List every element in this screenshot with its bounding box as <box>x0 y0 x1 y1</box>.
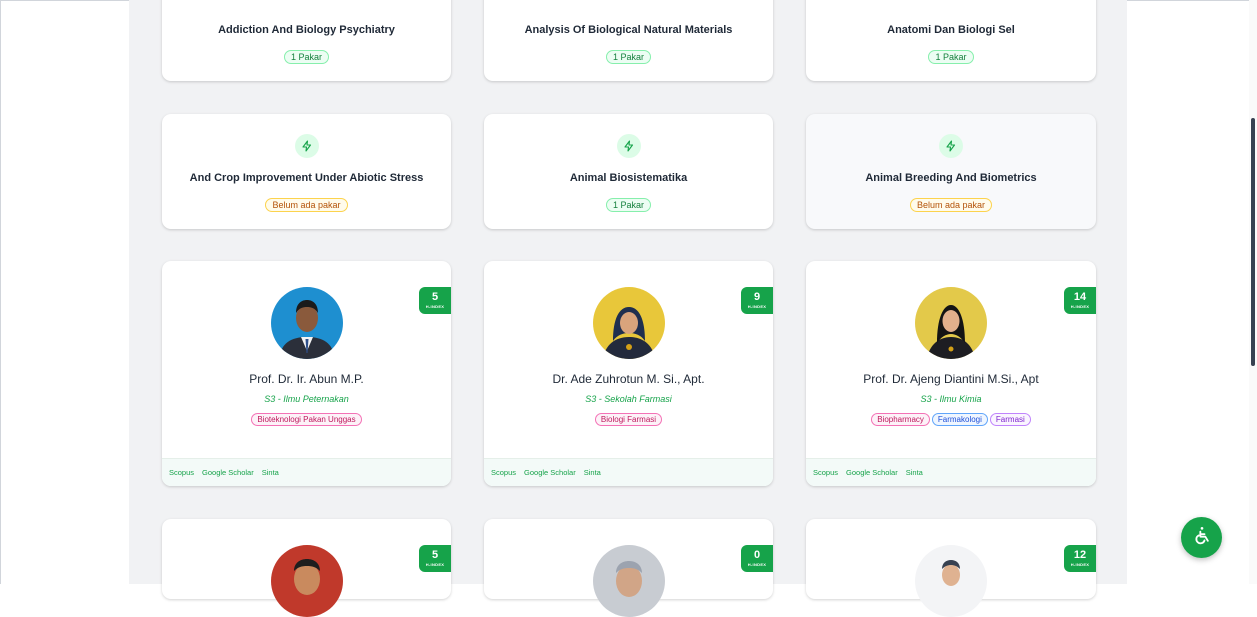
field-card[interactable]: Anatomi Dan Biologi Sel 1 Pakar <box>806 0 1096 81</box>
avatar <box>592 545 665 617</box>
h-index-label: H-INDEX <box>1070 304 1090 309</box>
h-index-label: H-INDEX <box>1070 562 1090 567</box>
expert-name[interactable]: Dr. Ade Zuhrotun M. Si., Apt. <box>484 372 773 386</box>
bolt-icon <box>939 134 963 158</box>
expert-count-badge: 1 Pakar <box>605 198 652 212</box>
h-index-value: 14 <box>1073 291 1087 303</box>
expert-name[interactable]: Prof. Dr. Ajeng Diantini M.Si., Apt <box>806 372 1096 386</box>
sinta-link[interactable]: Sinta <box>906 468 923 477</box>
expert-card[interactable]: 12 H-INDEX <box>806 519 1096 617</box>
avatar <box>915 287 987 359</box>
avatar <box>270 545 343 617</box>
expert-department: S3 - Sekolah Farmasi <box>585 394 672 404</box>
expert-name[interactable]: Prof. Dr. Ir. Abun M.P. <box>162 372 451 386</box>
h-index-value: 5 <box>431 549 439 561</box>
google-scholar-link[interactable]: Google Scholar <box>524 468 576 477</box>
field-card[interactable]: Addiction And Biology Psychiatry 1 Pakar <box>162 0 451 81</box>
h-index-label: H-INDEX <box>747 304 767 309</box>
scopus-link[interactable]: Scopus <box>491 468 516 477</box>
expert-card[interactable]: 5 H-INDEX Prof. Dr. Ir. Abun M.P. S3 - I… <box>162 261 451 486</box>
expertise-tag[interactable]: Bioteknologi Pakan Unggas <box>251 413 362 426</box>
expert-department: S3 - Ilmu Kimia <box>920 394 982 404</box>
h-index-badge: 9 H-INDEX <box>741 287 773 314</box>
expert-count-badge: 1 Pakar <box>605 50 652 64</box>
expertise-tag[interactable]: Biopharmacy <box>871 413 930 426</box>
field-title: And Crop Improvement Under Abiotic Stres… <box>189 172 424 184</box>
expert-count-badge: 1 Pakar <box>283 50 330 64</box>
h-index-badge: 5 H-INDEX <box>419 545 451 572</box>
sinta-link[interactable]: Sinta <box>584 468 601 477</box>
h-index-value: 12 <box>1073 549 1087 561</box>
h-index-badge: 12 H-INDEX <box>1064 545 1096 572</box>
accessibility-icon <box>1192 525 1212 550</box>
h-index-badge: 5 H-INDEX <box>419 287 451 314</box>
avatar <box>592 287 665 359</box>
sinta-link[interactable]: Sinta <box>262 468 279 477</box>
profile-links: Scopus Google Scholar Sinta <box>162 458 451 486</box>
expertise-tag[interactable]: Farmakologi <box>931 413 988 426</box>
avatar <box>270 287 343 359</box>
google-scholar-link[interactable]: Google Scholar <box>202 468 254 477</box>
expert-card[interactable]: 9 H-INDEX Dr. Ade Zuhrotun M. Si., Apt. … <box>484 261 773 486</box>
profile-links: Scopus Google Scholar Sinta <box>484 458 773 486</box>
h-index-label: H-INDEX <box>425 304 445 309</box>
scrollbar-thumb[interactable] <box>1251 118 1255 366</box>
h-index-value: 0 <box>753 549 761 561</box>
expert-card[interactable]: 14 H-INDEX Prof. Dr. Ajeng Diantini M.Si… <box>806 261 1096 486</box>
bolt-icon <box>294 134 319 158</box>
field-title: Animal Breeding And Biometrics <box>865 172 1037 184</box>
scopus-link[interactable]: Scopus <box>813 468 838 477</box>
field-card[interactable]: Analysis Of Biological Natural Materials… <box>484 0 773 81</box>
expert-card[interactable]: 0 H-INDEX <box>484 519 773 617</box>
expertise-tag[interactable]: Biologi Farmasi <box>594 413 663 426</box>
field-card[interactable]: And Crop Improvement Under Abiotic Stres… <box>162 114 451 229</box>
field-card[interactable]: Animal Biosistematika 1 Pakar <box>484 114 773 229</box>
expert-count-badge: 1 Pakar <box>928 50 974 64</box>
expertise-tags: Bioteknologi Pakan Unggas <box>162 413 451 426</box>
h-index-badge: 14 H-INDEX <box>1064 287 1096 314</box>
expert-department: S3 - Ilmu Peternakan <box>264 394 349 404</box>
field-title: Analysis Of Biological Natural Materials <box>524 24 733 36</box>
google-scholar-link[interactable]: Google Scholar <box>846 468 898 477</box>
profile-links: Scopus Google Scholar Sinta <box>806 458 1096 486</box>
expertise-tag[interactable]: Farmasi <box>989 413 1031 426</box>
avatar <box>915 545 987 617</box>
expert-card[interactable]: 5 H-INDEX <box>162 519 451 617</box>
expertise-tags: Biopharmacy Farmakologi Farmasi <box>806 413 1096 426</box>
scopus-link[interactable]: Scopus <box>169 468 194 477</box>
expertise-tags: Biologi Farmasi <box>484 413 773 426</box>
field-title: Anatomi Dan Biologi Sel <box>887 24 1015 36</box>
h-index-badge: 0 H-INDEX <box>741 545 773 572</box>
accessibility-button[interactable] <box>1181 517 1222 558</box>
window-border-left <box>0 0 1 584</box>
expert-count-badge: Belum ada pakar <box>265 198 348 212</box>
field-title: Animal Biosistematika <box>569 172 688 184</box>
h-index-value: 9 <box>753 291 761 303</box>
h-index-value: 5 <box>431 291 439 303</box>
field-title: Addiction And Biology Psychiatry <box>218 24 395 36</box>
h-index-label: H-INDEX <box>747 562 767 567</box>
h-index-label: H-INDEX <box>425 562 445 567</box>
bolt-icon <box>616 134 641 158</box>
expert-count-badge: Belum ada pakar <box>909 198 993 212</box>
field-card[interactable]: Animal Breeding And Biometrics Belum ada… <box>806 114 1096 229</box>
